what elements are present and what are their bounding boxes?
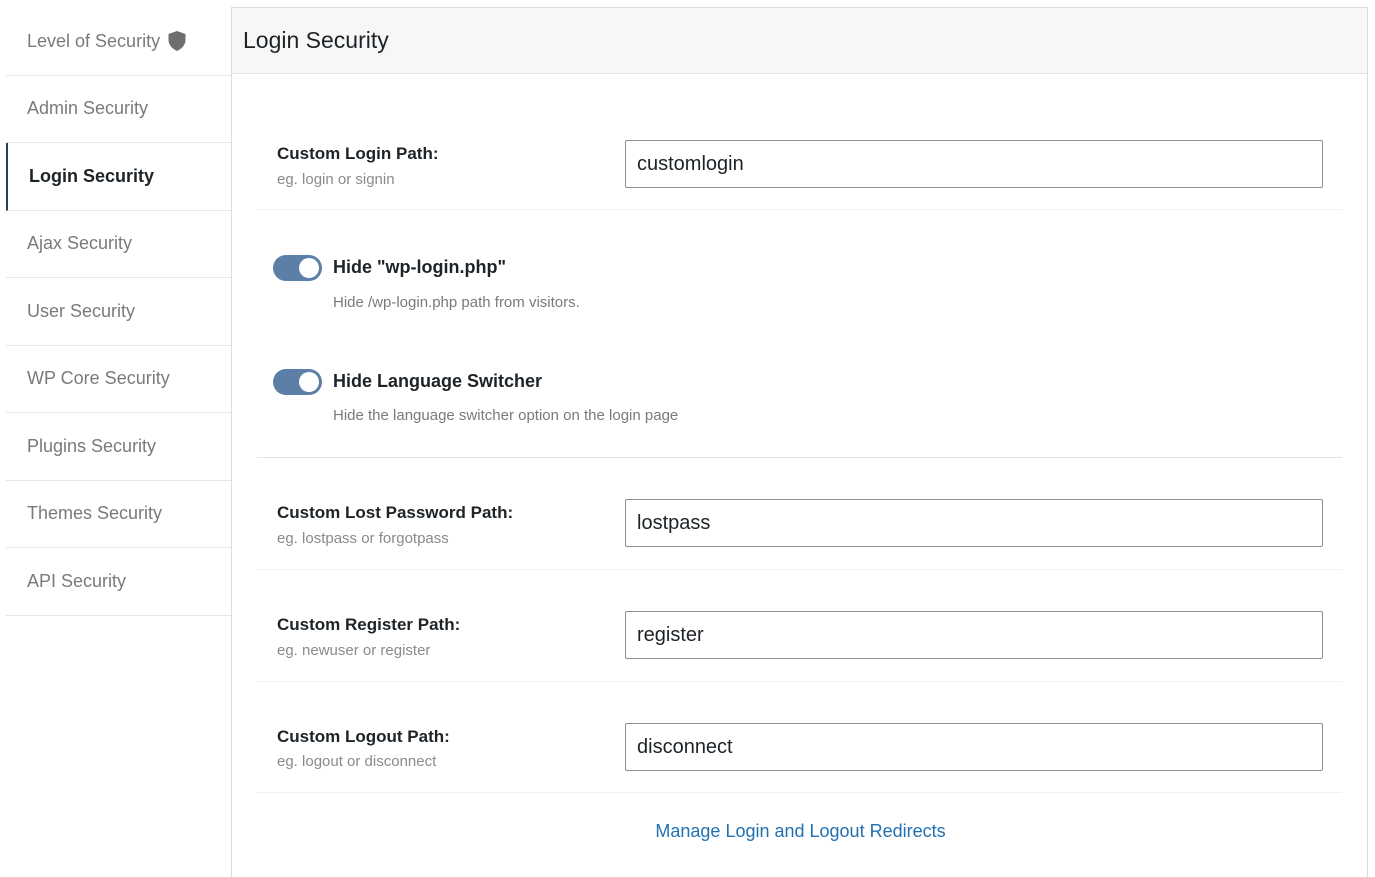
sidebar-item-label: WP Core Security — [27, 368, 170, 389]
register-path-input[interactable] — [625, 611, 1323, 659]
hide-wp-login-description: Hide /wp-login.php path from visitors. — [333, 294, 580, 311]
register-path-label: Custom Register Path: — [277, 615, 461, 634]
sidebar-item-user-security[interactable]: User Security — [6, 278, 232, 346]
sidebar-item-wp-core-security[interactable]: WP Core Security — [6, 346, 232, 413]
lost-password-path-hint: eg. lostpass or forgotpass — [277, 530, 449, 547]
lost-password-path-row: Custom Lost Password Path: eg. lostpass … — [257, 469, 1342, 570]
sidebar-item-ajax-security[interactable]: Ajax Security — [6, 211, 232, 278]
hide-language-switcher-row: Hide Language Switcher Hide the language… — [257, 362, 1342, 442]
hide-wp-login-toggle[interactable] — [273, 255, 322, 281]
page-title: Login Security — [243, 27, 389, 53]
sidebar-item-api-security[interactable]: API Security — [6, 548, 232, 616]
hide-language-switcher-toggle[interactable] — [273, 369, 322, 395]
lost-password-path-input[interactable] — [625, 499, 1323, 547]
section-divider — [257, 457, 1342, 458]
manage-redirects-link[interactable]: Manage Login and Logout Redirects — [655, 821, 945, 841]
sidebar-item-label: Login Security — [29, 165, 155, 186]
sidebar-item-label: API Security — [27, 570, 127, 591]
sidebar-item-label: Plugins Security — [27, 435, 157, 456]
sidebar-item-label: Themes Security — [27, 503, 163, 524]
sidebar-item-admin-security[interactable]: Admin Security — [6, 76, 232, 143]
toggle-knob — [299, 258, 319, 278]
register-path-hint: eg. newuser or register — [277, 642, 431, 659]
sidebar-item-plugins-security[interactable]: Plugins Security — [6, 413, 232, 481]
login-path-row: Custom Login Path: eg. login or signin — [257, 110, 1342, 210]
toggle-knob — [299, 372, 319, 392]
hide-language-switcher-description: Hide the language switcher option on the… — [333, 407, 679, 424]
register-path-row: Custom Register Path: eg. newuser or reg… — [257, 581, 1342, 682]
login-path-input[interactable] — [625, 140, 1323, 188]
sidebar-item-login-security[interactable]: Login Security — [6, 143, 232, 211]
hide-wp-login-row: Hide "wp-login.php" Hide /wp-login.php p… — [257, 248, 1342, 328]
sidebar-item-themes-security[interactable]: Themes Security — [6, 481, 232, 548]
logout-path-label: Custom Logout Path: — [277, 727, 450, 746]
login-security-panel: Login Security Custom Login Path: eg. lo… — [231, 7, 1368, 877]
sidebar-item-label: Level of Security — [27, 30, 161, 51]
sidebar-nav: Level of Security Admin Security Login S… — [6, 8, 232, 616]
sidebar-item-label: Ajax Security — [27, 233, 133, 254]
logout-path-input[interactable] — [625, 723, 1323, 771]
logout-path-row: Custom Logout Path: eg. logout or discon… — [257, 693, 1342, 793]
hide-language-switcher-title: Hide Language Switcher — [333, 371, 543, 391]
sidebar-item-label: User Security — [27, 300, 136, 321]
login-path-label: Custom Login Path: — [277, 144, 439, 163]
lost-password-path-label: Custom Lost Password Path: — [277, 503, 514, 522]
login-path-hint: eg. login or signin — [277, 171, 395, 188]
hide-wp-login-title: Hide "wp-login.php" — [333, 257, 507, 277]
logout-path-hint: eg. logout or disconnect — [277, 753, 437, 770]
panel-header: Login Security — [232, 8, 1367, 74]
sidebar-item-label: Admin Security — [27, 98, 149, 119]
shield-icon — [168, 31, 186, 52]
redirects-link-row: Manage Login and Logout Redirects — [232, 821, 1369, 842]
sidebar-item-level-of-security[interactable]: Level of Security — [6, 8, 232, 76]
